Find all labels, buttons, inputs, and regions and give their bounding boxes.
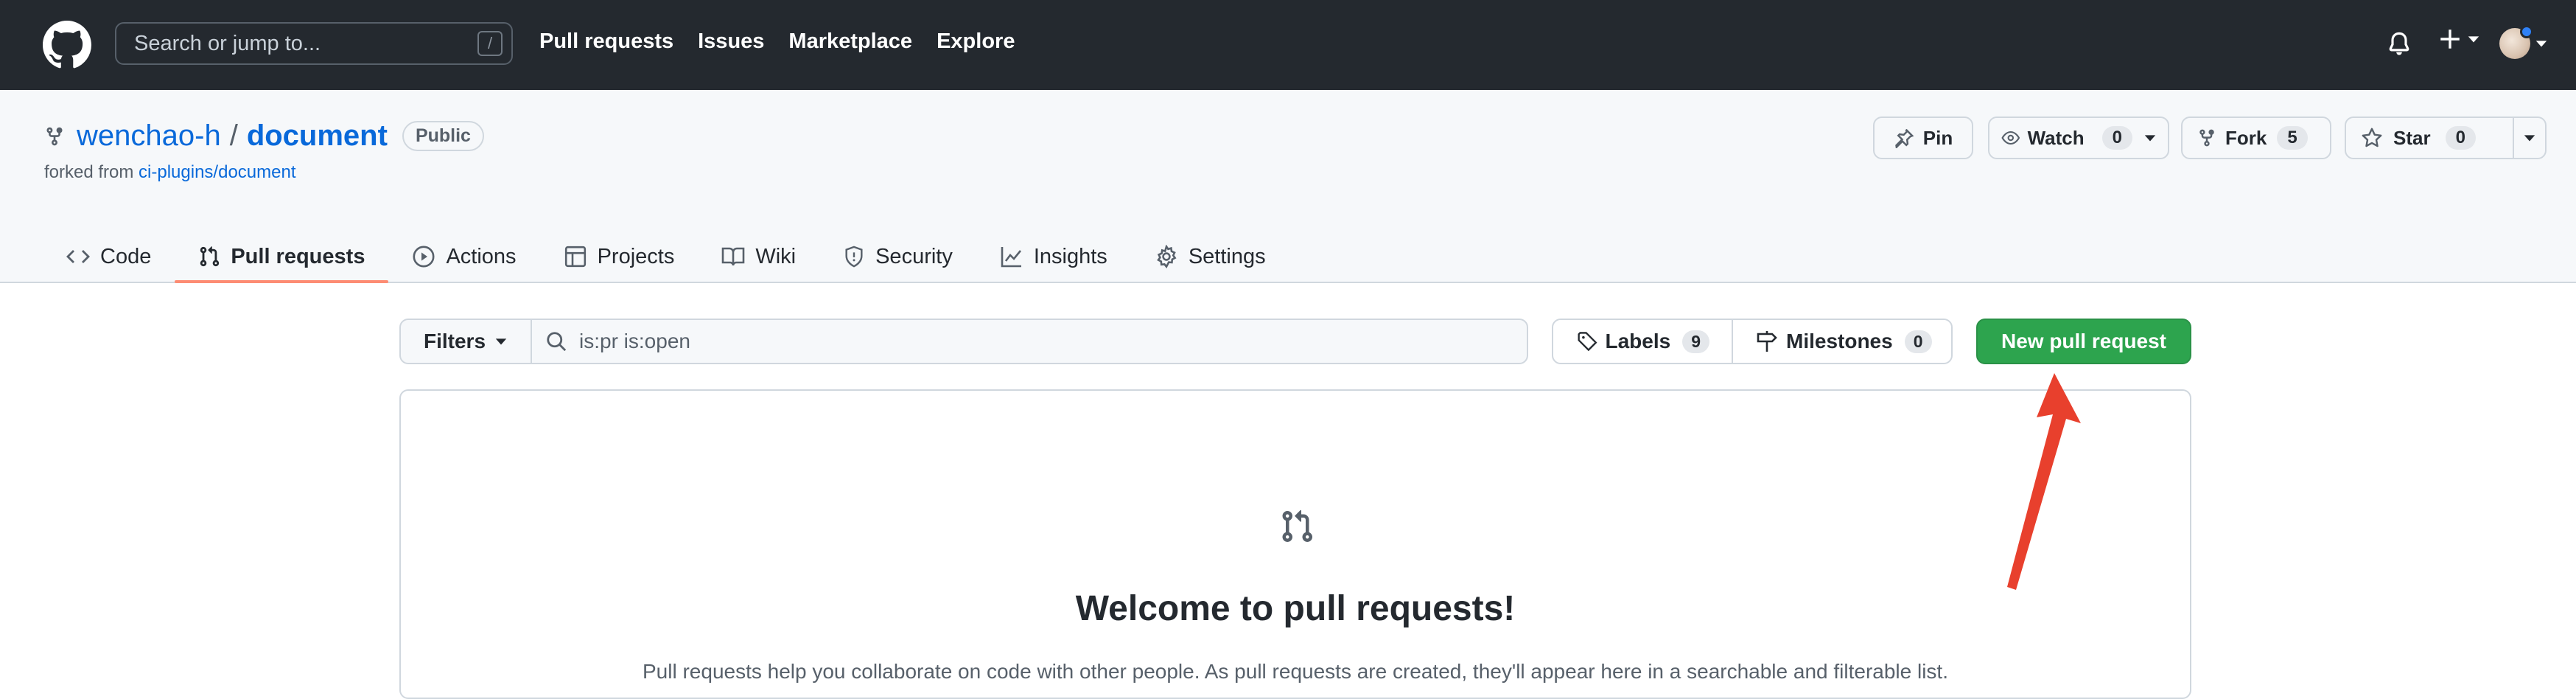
tab-insights[interactable]: Insights xyxy=(976,230,1131,283)
global-nav: Pull requests Issues Marketplace Explore xyxy=(539,29,1015,54)
code-icon xyxy=(66,250,90,263)
watch-dropdown[interactable] xyxy=(2132,131,2168,145)
new-pull-request-button[interactable]: New pull request xyxy=(1976,319,2191,364)
repo-owner-link[interactable]: wenchao-h xyxy=(77,119,221,153)
pin-icon xyxy=(1894,128,1914,148)
notifications-bell-icon[interactable] xyxy=(2386,29,2412,59)
graph-icon xyxy=(1001,247,1021,268)
nav-marketplace[interactable]: Marketplace xyxy=(788,29,912,54)
forked-from: forked from ci-plugins/document xyxy=(44,162,296,183)
user-menu[interactable] xyxy=(2499,25,2548,59)
milestones-button[interactable]: Milestones 0 xyxy=(1733,320,1954,363)
fork-icon xyxy=(2199,129,2214,147)
pr-search-input[interactable]: is:pr is:open xyxy=(531,319,1528,364)
caret-down-icon xyxy=(2524,135,2535,142)
tab-projects-label: Projects xyxy=(597,244,675,268)
star-icon xyxy=(2362,128,2382,147)
milestones-count: 0 xyxy=(1904,330,1932,353)
repo-name-link[interactable]: document xyxy=(247,119,388,153)
create-new-menu[interactable] xyxy=(2437,27,2480,52)
star-count: 0 xyxy=(2445,126,2476,150)
filters-button[interactable]: Filters xyxy=(399,319,532,364)
tab-wiki-label: Wiki xyxy=(755,244,797,268)
watch-main[interactable]: Watch 0 xyxy=(1989,126,2132,150)
pin-button[interactable]: Pin xyxy=(1873,116,1973,159)
watch-count: 0 xyxy=(2101,126,2132,150)
star-button[interactable]: Star 0 xyxy=(2345,116,2547,159)
caret-down-icon xyxy=(2144,135,2156,142)
repo-forked-icon xyxy=(46,127,63,145)
blankslate-title: Welcome to pull requests! xyxy=(1075,589,1516,628)
fork-button[interactable]: Fork 5 xyxy=(2181,116,2331,159)
repo-path-separator: / xyxy=(229,119,238,152)
search-icon xyxy=(547,332,567,352)
watch-button[interactable]: Watch 0 xyxy=(1988,116,2169,159)
repo-title: wenchao-h / document Public xyxy=(44,119,484,153)
blankslate-description: Pull requests help you collaborate on co… xyxy=(643,660,1948,683)
tab-projects[interactable]: Projects xyxy=(540,230,699,283)
nav-explore[interactable]: Explore xyxy=(937,29,1015,54)
nav-issues[interactable]: Issues xyxy=(698,29,764,54)
forked-from-label: forked from xyxy=(44,162,134,182)
annotation-arrow-icon xyxy=(2007,373,2081,590)
global-header: Search or jump to... / Pull requests Iss… xyxy=(0,0,2576,90)
filters-label: Filters xyxy=(423,330,486,352)
labels-button[interactable]: Labels 9 xyxy=(1553,320,1733,363)
tab-security[interactable]: Security xyxy=(819,230,976,283)
tab-actions-label: Actions xyxy=(446,244,517,268)
status-dot xyxy=(2520,25,2533,38)
nav-pull-requests[interactable]: Pull requests xyxy=(539,29,673,54)
table-icon xyxy=(564,246,586,268)
star-dropdown[interactable] xyxy=(2514,131,2545,145)
fork-count: 5 xyxy=(2277,126,2308,150)
caret-down-icon xyxy=(2535,41,2547,47)
milestones-label: Milestones xyxy=(1786,330,1893,352)
tab-actions[interactable]: Actions xyxy=(388,230,539,283)
gear-icon xyxy=(1156,245,1177,268)
global-search-input[interactable]: Search or jump to... / xyxy=(115,22,513,65)
labels-milestones-group: Labels 9 Milestones 0 xyxy=(1552,319,1953,364)
tab-pull-requests-label: Pull requests xyxy=(231,244,365,268)
tab-wiki[interactable]: Wiki xyxy=(698,230,819,283)
milestone-icon xyxy=(1757,331,1777,352)
tab-security-label: Security xyxy=(875,244,953,268)
tab-code[interactable]: Code xyxy=(44,230,175,283)
blankslate: Welcome to pull requests! Pull requests … xyxy=(399,389,2191,699)
tag-icon xyxy=(1578,332,1597,352)
caret-down-icon xyxy=(495,338,507,345)
search-placeholder: Search or jump to... xyxy=(134,31,321,55)
git-pull-request-icon xyxy=(1282,510,1313,543)
fork-label: Fork xyxy=(2225,126,2267,149)
eye-icon xyxy=(2001,131,2020,145)
repo-tabs: Code Pull requests Actions Projects Wiki xyxy=(44,230,1289,283)
star-main[interactable]: Star 0 xyxy=(2346,126,2513,150)
labels-count: 9 xyxy=(1682,330,1709,353)
watch-label: Watch xyxy=(2027,126,2085,149)
shield-icon xyxy=(845,246,863,268)
avatar xyxy=(2499,25,2533,59)
pin-label: Pin xyxy=(1922,126,1953,149)
plus-icon xyxy=(2440,29,2460,49)
repository-header: wenchao-h / document Public forked from … xyxy=(0,90,2576,283)
caret-down-icon xyxy=(2468,36,2479,43)
visibility-badge: Public xyxy=(402,121,484,151)
search-shortcut-key: / xyxy=(477,31,503,56)
fork-source-link[interactable]: ci-plugins/document xyxy=(139,162,295,182)
tab-settings-label: Settings xyxy=(1188,244,1266,268)
tab-code-label: Code xyxy=(100,244,152,268)
pr-search-value: is:pr is:open xyxy=(579,330,690,352)
github-logo-icon[interactable] xyxy=(43,21,91,69)
tab-pull-requests[interactable]: Pull requests xyxy=(175,230,389,283)
book-icon xyxy=(722,247,745,266)
star-label: Star xyxy=(2393,126,2431,149)
play-circle-icon xyxy=(413,246,435,268)
git-pull-request-icon xyxy=(200,246,220,267)
labels-label: Labels xyxy=(1605,330,1671,352)
tab-settings[interactable]: Settings xyxy=(1131,230,1289,283)
tab-insights-label: Insights xyxy=(1033,244,1107,268)
